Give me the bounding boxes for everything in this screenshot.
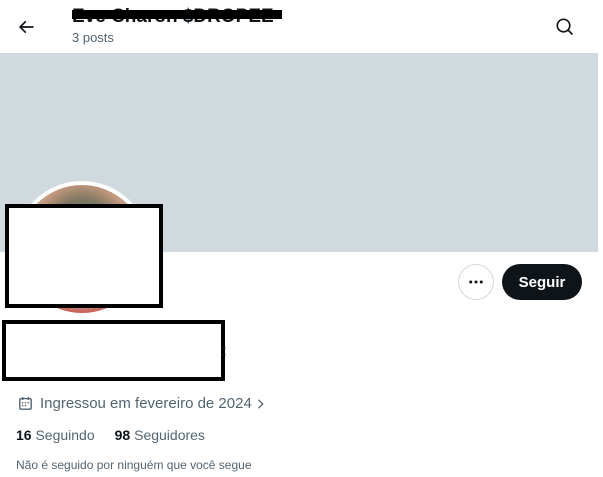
following-label: Seguindo [35, 427, 95, 443]
display-name-redaction-box [2, 320, 225, 381]
joined-date-label: Ingressou em fevereiro de 2024 [40, 395, 252, 412]
top-bar: Eve Charon $DROPEE 3 posts [0, 0, 603, 53]
calendar-icon [17, 395, 34, 412]
back-button[interactable] [10, 11, 42, 43]
page-title: Eve Charon $DROPEE [72, 6, 282, 28]
header-title-block: Eve Charon $DROPEE 3 posts [72, 6, 282, 45]
title-redaction-bar [72, 10, 282, 19]
followers-label: Seguidores [134, 427, 205, 443]
followers-link[interactable]: 98 Seguidores [115, 427, 205, 443]
chevron-right-icon [254, 397, 268, 411]
display-name-tail: : [221, 340, 227, 360]
joined-date[interactable]: Ingressou em fevereiro de 2024 [17, 395, 268, 412]
posts-count: 3 posts [72, 30, 114, 45]
follow-button[interactable]: Seguir [502, 264, 582, 300]
follow-stats: 16 Seguindo 98 Seguidores [16, 427, 225, 443]
search-icon [556, 18, 574, 36]
more-options-button[interactable] [458, 264, 494, 300]
not-followed-notice: Não é seguido por ninguém que você segue [16, 458, 252, 472]
search-button[interactable] [549, 11, 581, 43]
following-link[interactable]: 16 Seguindo [16, 427, 95, 443]
arrow-left-icon [18, 20, 34, 34]
followers-count: 98 [114, 427, 131, 443]
avatar-redaction-box [5, 204, 163, 308]
following-count: 16 [16, 427, 32, 443]
more-horizontal-icon [469, 280, 483, 284]
